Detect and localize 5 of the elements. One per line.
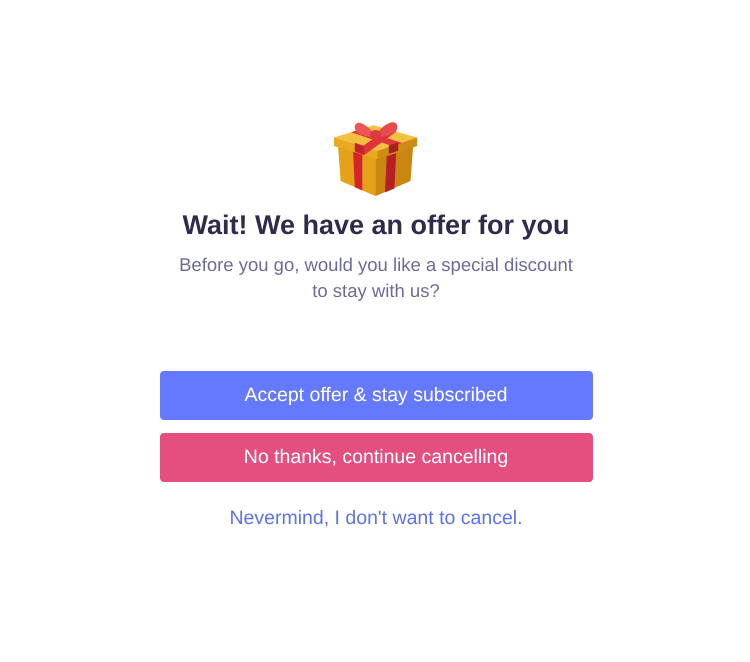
nevermind-link[interactable]: Nevermind, I don't want to cancel. [229,506,523,530]
subtitle: Before you go, would you like a special discount to stay with us? [178,253,574,303]
accept-button[interactable]: Accept offer & stay subscribed [160,371,592,420]
title: Wait! We have an offer for you [182,209,570,242]
cancel-button[interactable]: No thanks, continue cancelling [160,433,592,482]
